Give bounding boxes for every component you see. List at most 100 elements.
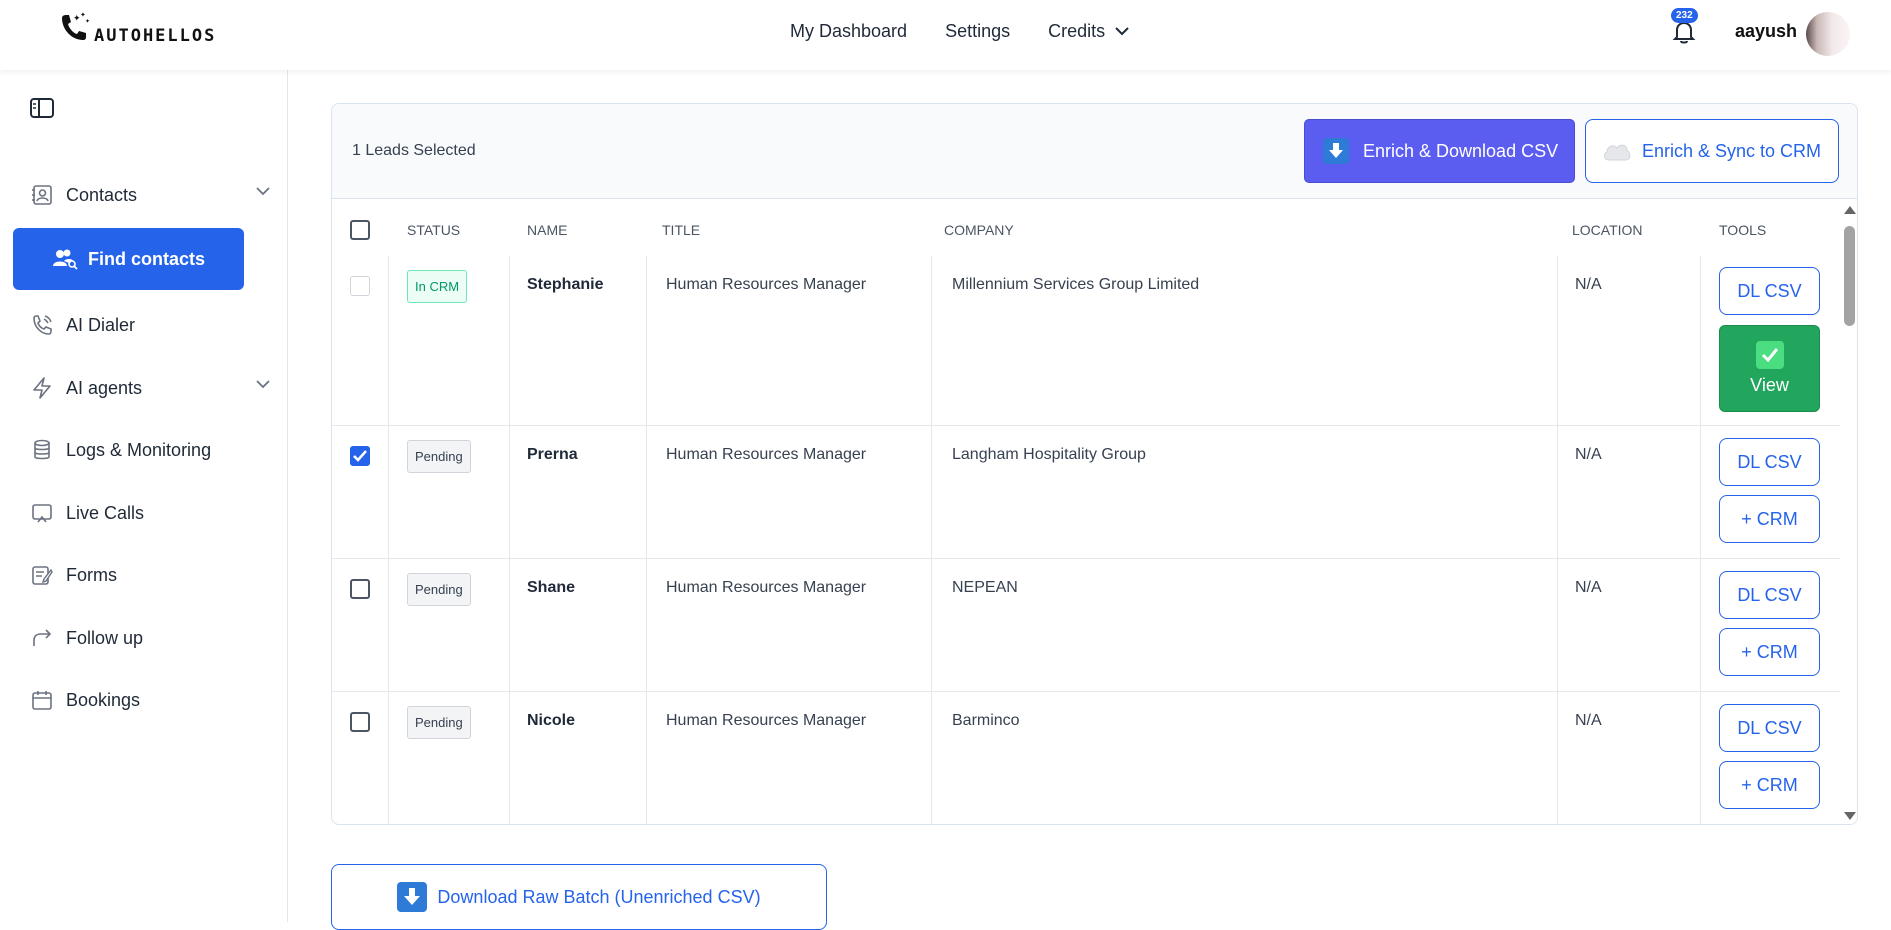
view-label: View bbox=[1750, 375, 1789, 395]
dl-csv-label: DL CSV bbox=[1737, 717, 1802, 738]
notifications-badge: 232 bbox=[1671, 8, 1698, 23]
dl-csv-button[interactable]: DL CSV bbox=[1719, 267, 1820, 315]
row-checkbox[interactable] bbox=[350, 579, 370, 599]
download-icon bbox=[1323, 138, 1349, 164]
row-checkbox[interactable] bbox=[350, 712, 370, 732]
lead-title: Human Resources Manager bbox=[666, 276, 867, 293]
sidebar-item-forms[interactable]: Forms bbox=[30, 560, 270, 590]
view-button[interactable]: View bbox=[1719, 325, 1820, 412]
users-search-icon bbox=[52, 248, 78, 270]
sidebar-item-label: Find contacts bbox=[87, 248, 205, 269]
dl-csv-button[interactable]: DL CSV bbox=[1719, 704, 1820, 752]
add-crm-label: + CRM bbox=[1741, 641, 1798, 662]
lead-title: Human Resources Manager bbox=[666, 712, 867, 729]
enrich-download-label: Enrich & Download CSV bbox=[1363, 140, 1559, 161]
lead-name: Shane bbox=[527, 579, 576, 596]
sidebar-item-live-calls[interactable]: Live Calls bbox=[30, 498, 270, 528]
lead-location: N/A bbox=[1575, 446, 1602, 463]
lead-company: NEPEAN bbox=[952, 579, 1018, 596]
lead-location: N/A bbox=[1575, 276, 1602, 293]
user-name[interactable]: aayush bbox=[1735, 21, 1797, 42]
lead-company: Langham Hospitality Group bbox=[952, 446, 1146, 463]
scrollbar-thumb[interactable] bbox=[1844, 226, 1855, 326]
sidebar-item-find-contacts[interactable]: Find contacts bbox=[13, 228, 244, 290]
status-badge: Pending bbox=[407, 573, 471, 606]
scroll-down-arrow-icon[interactable] bbox=[1844, 812, 1856, 820]
sidebar-item-label: AI Dialer bbox=[66, 314, 136, 335]
table-scrollbar[interactable] bbox=[1840, 200, 1857, 824]
lead-company: Millennium Services Group Limited bbox=[952, 276, 1200, 293]
enrich-sync-label: Enrich & Sync to CRM bbox=[1642, 140, 1822, 161]
sidebar-item-logs-monitoring[interactable]: Logs & Monitoring bbox=[30, 435, 270, 465]
main-nav: My Dashboard Settings Credits bbox=[790, 0, 1129, 62]
sidebar-item-follow-up[interactable]: Follow up bbox=[30, 623, 270, 653]
row-checkbox[interactable] bbox=[350, 446, 370, 466]
leads-panel: 1 Leads Selected Enrich & Download CSV E… bbox=[331, 103, 1858, 825]
sidebar-item-label: Forms bbox=[66, 564, 117, 585]
sidebar-item-bookings[interactable]: Bookings bbox=[30, 685, 270, 715]
share-icon bbox=[30, 626, 54, 650]
nav-settings[interactable]: Settings bbox=[945, 21, 1010, 42]
scroll-up-arrow-icon[interactable] bbox=[1844, 206, 1856, 214]
add-crm-button[interactable]: + CRM bbox=[1719, 628, 1820, 676]
column-header-name: NAME bbox=[527, 222, 568, 238]
dl-csv-button[interactable]: DL CSV bbox=[1719, 571, 1820, 619]
svg-text:✦: ✦ bbox=[80, 12, 86, 19]
table-row: Pending Shane Human Resources Manager NE… bbox=[332, 559, 1840, 692]
lead-location: N/A bbox=[1575, 579, 1602, 596]
chevron-down-icon bbox=[1115, 27, 1129, 36]
nav-credits[interactable]: Credits bbox=[1048, 21, 1129, 42]
nav-my-dashboard[interactable]: My Dashboard bbox=[790, 21, 907, 42]
calendar-icon bbox=[30, 688, 54, 712]
chevron-down-icon bbox=[256, 380, 270, 389]
dl-csv-label: DL CSV bbox=[1737, 584, 1802, 605]
dl-csv-button[interactable]: DL CSV bbox=[1719, 438, 1820, 486]
sidebar-item-ai-dialer[interactable]: AI Dialer bbox=[30, 310, 270, 340]
enrich-sync-crm-button[interactable]: Enrich & Sync to CRM bbox=[1585, 119, 1839, 183]
lead-name: Stephanie bbox=[527, 276, 604, 293]
leads-toolbar: 1 Leads Selected Enrich & Download CSV E… bbox=[332, 104, 1857, 199]
status-badge: Pending bbox=[407, 706, 471, 739]
row-checkbox[interactable] bbox=[350, 276, 370, 296]
user-avatar[interactable] bbox=[1806, 12, 1850, 56]
column-header-tools: TOOLS bbox=[1719, 222, 1767, 238]
phone-sparkle-icon: ✦ ✦ ✦ bbox=[62, 12, 90, 40]
column-header-status: STATUS bbox=[407, 222, 461, 238]
nav-credits-label: Credits bbox=[1048, 20, 1106, 41]
lead-title: Human Resources Manager bbox=[666, 446, 867, 463]
table-row: Pending Nicole Human Resources Manager B… bbox=[332, 692, 1840, 824]
column-header-location: LOCATION bbox=[1572, 222, 1643, 238]
lead-name: Nicole bbox=[527, 712, 576, 729]
download-raw-batch-button[interactable]: Download Raw Batch (Unenriched CSV) bbox=[331, 864, 827, 930]
sidebar: Contacts Find contacts AI Dialer AI agen… bbox=[0, 70, 288, 922]
lead-location: N/A bbox=[1575, 712, 1602, 729]
lead-company: Barminco bbox=[952, 712, 1020, 729]
column-header-company: COMPANY bbox=[944, 222, 1014, 238]
contacts-icon bbox=[30, 183, 54, 207]
sidebar-item-ai-agents[interactable]: AI agents bbox=[30, 373, 270, 403]
bolt-icon bbox=[30, 376, 54, 400]
download-icon bbox=[397, 882, 428, 912]
column-header-title: TITLE bbox=[662, 222, 701, 238]
lead-title: Human Resources Manager bbox=[666, 579, 867, 596]
phone-icon bbox=[30, 313, 54, 337]
brand-name: AUTOHELLOS bbox=[94, 26, 217, 46]
sidebar-toggle-icon[interactable] bbox=[30, 98, 54, 118]
sidebar-item-label: Contacts bbox=[66, 184, 138, 205]
brand-logo[interactable]: ✦ ✦ ✦ AUTOHELLOS bbox=[58, 10, 216, 50]
enrich-download-csv-button[interactable]: Enrich & Download CSV bbox=[1304, 119, 1575, 183]
chevron-down-icon bbox=[256, 187, 270, 196]
sidebar-item-label: Follow up bbox=[66, 627, 144, 648]
add-crm-label: + CRM bbox=[1741, 508, 1798, 529]
select-all-checkbox[interactable] bbox=[350, 220, 370, 240]
dl-csv-label: DL CSV bbox=[1737, 451, 1802, 472]
check-icon bbox=[1755, 341, 1784, 369]
sidebar-item-contacts[interactable]: Contacts bbox=[30, 180, 270, 210]
form-icon bbox=[30, 563, 54, 587]
add-crm-button[interactable]: + CRM bbox=[1719, 761, 1820, 809]
selected-count: 1 Leads Selected bbox=[352, 142, 476, 159]
svg-text:✦: ✦ bbox=[85, 18, 90, 25]
add-crm-button[interactable]: + CRM bbox=[1719, 495, 1820, 543]
table-row: Pending Prerna Human Resources Manager L… bbox=[332, 426, 1840, 559]
sidebar-item-label: AI agents bbox=[66, 377, 143, 398]
